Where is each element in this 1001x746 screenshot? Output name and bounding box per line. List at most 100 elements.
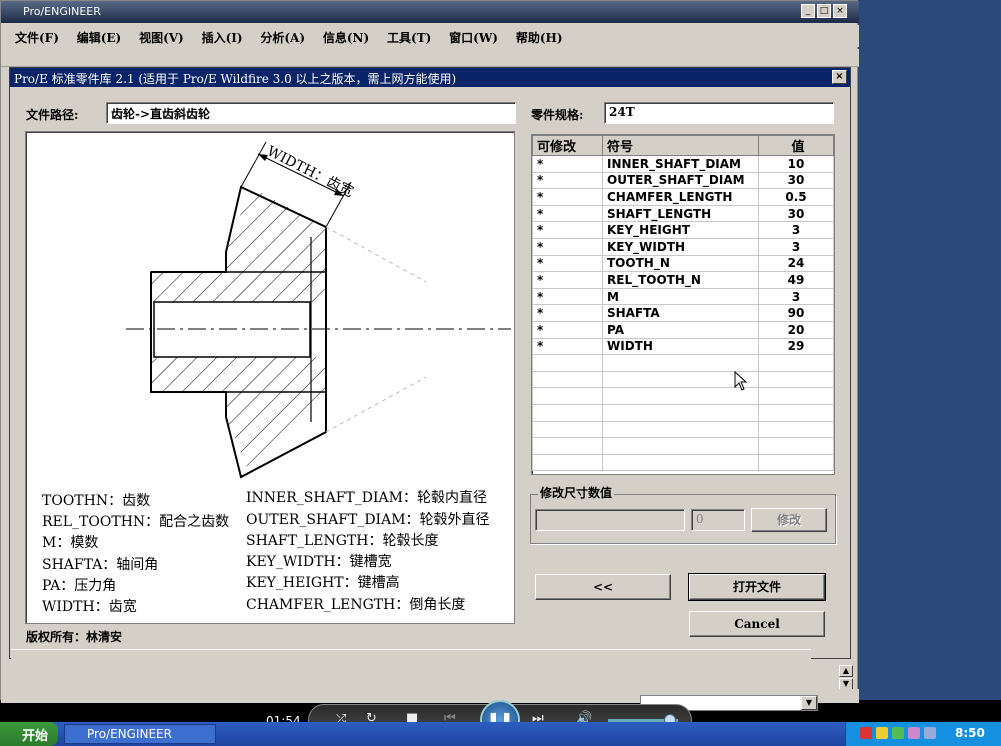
taskbar-clock: 8:50 (955, 726, 985, 740)
table-row[interactable]: * SHAFTA 90 (532, 304, 834, 322)
open-file-button[interactable]: 打开文件 (688, 573, 826, 601)
cell-modifiable: * (532, 188, 603, 206)
modify-symbol-field (535, 509, 685, 531)
table-row[interactable]: * TOOTH_N 24 (532, 254, 834, 273)
mouse-cursor-icon (734, 371, 748, 391)
modify-value-field[interactable]: 0 (691, 509, 745, 531)
maximize-icon[interactable]: □ (817, 4, 831, 18)
proe-title-bar: Pro/ENGINEER _ □ × (1, 1, 859, 23)
cancel-button[interactable]: Cancel (689, 611, 825, 637)
cell-value: 49 (758, 271, 834, 289)
table-row[interactable]: * M 3 (532, 287, 834, 306)
path-label: 文件路径: (26, 108, 79, 122)
menu-insert[interactable]: 插入(I) (202, 29, 243, 46)
cell-symbol: SHAFT_LENGTH (602, 204, 759, 223)
legend-chamfer-length: CHAMFER_LENGTH：倒角长度 (246, 597, 466, 613)
spec-label: 零件规格: (531, 108, 584, 122)
copyright-text: 版权所有：林清安 (26, 630, 123, 644)
tray-display-icon[interactable] (924, 727, 936, 739)
cell-value: 0.5 (758, 188, 834, 206)
taskbar-item-label: Pro/ENGINEER (87, 727, 172, 741)
table-row[interactable]: * SHAFT_LENGTH 30 (532, 204, 834, 223)
legend-shafta: SHAFTA：轴间角 (42, 557, 159, 573)
cell-symbol: M (602, 287, 759, 306)
table-row[interactable]: * INNER_SHAFT_DIAM 10 (532, 155, 834, 173)
width-annotation: WIDTH：齿宽 (264, 142, 356, 200)
legend-outer-shaft-diam: OUTER_SHAFT_DIAM：轮毂外直径 (246, 512, 490, 528)
cell-symbol: INNER_SHAFT_DIAM (602, 155, 759, 173)
cell-modifiable: * (532, 254, 603, 273)
table-row-empty (532, 403, 834, 422)
cell-value: 90 (758, 304, 834, 322)
tray-network-icon[interactable] (892, 727, 904, 739)
tray-app-icon[interactable] (860, 727, 872, 739)
menu-file[interactable]: 文件(F) (15, 29, 59, 46)
path-field[interactable]: 齿轮->直齿斜齿轮 (106, 102, 516, 124)
cell-symbol: KEY_WIDTH (602, 237, 759, 256)
spec-field[interactable]: 24T (604, 102, 834, 124)
cell-modifiable: * (532, 320, 603, 339)
modify-dimension-label: 修改尺寸数值 (538, 484, 615, 501)
cell-modifiable: * (532, 337, 603, 356)
menu-help[interactable]: 帮助(H) (516, 29, 563, 46)
tray-security-icon[interactable] (876, 727, 888, 739)
cell-modifiable: * (532, 171, 603, 190)
cell-value: 10 (758, 155, 834, 173)
tray-misc-icon[interactable] (908, 727, 920, 739)
table-row-empty (532, 437, 834, 455)
cell-value: 20 (758, 320, 834, 339)
table-row[interactable]: * WIDTH 29 (532, 337, 834, 356)
cell-value: 3 (758, 287, 834, 306)
taskbar-item-proe[interactable]: Pro/ENGINEER (64, 724, 216, 744)
legend-toothn: TOOTHN：齿数 (42, 493, 151, 509)
col-header-modifiable[interactable]: 可修改 (532, 135, 603, 156)
legend-rel-toothn: REL_TOOTHN：配合之齿数 (42, 514, 230, 530)
modify-button[interactable]: 修改 (751, 508, 827, 532)
cell-modifiable: * (532, 237, 603, 256)
menu-window[interactable]: 窗口(W) (449, 29, 498, 46)
table-row[interactable]: * REL_TOOTH_N 49 (532, 271, 834, 289)
close-window-icon[interactable]: × (833, 4, 847, 18)
table-row-empty (532, 453, 834, 472)
back-button[interactable]: << (535, 574, 671, 600)
col-header-symbol[interactable]: 符号 (602, 135, 759, 156)
parameter-table: 可修改 符号 值 * INNER_SHAFT_DIAM 10 * OUTER_SHAF… (531, 134, 835, 475)
menu-edit[interactable]: 编辑(E) (77, 29, 122, 46)
legend-pa: PA：压力角 (42, 578, 117, 594)
col-header-value[interactable]: 值 (758, 135, 834, 156)
legend-shaft-length: SHAFT_LENGTH：轮毂长度 (246, 533, 439, 549)
menu-analysis[interactable]: 分析(A) (260, 29, 305, 46)
horizontal-scrollbar[interactable] (11, 649, 811, 663)
cell-symbol: SHAFTA (602, 304, 759, 322)
menu-info[interactable]: 信息(N) (323, 29, 369, 46)
table-row[interactable]: * KEY_HEIGHT 3 (532, 221, 834, 239)
cell-value: 3 (758, 221, 834, 239)
menu-tools[interactable]: 工具(T) (387, 29, 431, 46)
table-row[interactable]: * CHAMFER_LENGTH 0.5 (532, 188, 834, 206)
standard-parts-dialog: Pro/E 标准零件库 2.1 (适用于 Pro/E Wildfire 3.0 … (9, 67, 851, 659)
proe-window-title: Pro/ENGINEER (23, 5, 101, 18)
table-row[interactable]: * PA 20 (532, 320, 834, 339)
minimize-icon[interactable]: _ (801, 4, 815, 18)
toolbar (1, 49, 859, 67)
table-row-empty (532, 387, 834, 405)
cell-modifiable: * (532, 287, 603, 306)
dialog-close-button[interactable]: × (832, 70, 847, 84)
start-label: 开始 (22, 729, 49, 744)
cell-symbol: PA (602, 320, 759, 339)
cell-modifiable: * (532, 221, 603, 239)
table-row-empty (532, 370, 834, 389)
gear-drawing-panel: WIDTH：齿宽 TOOTHN：齿数 REL_TOOTHN：配合之齿数 M：模数… (25, 131, 515, 624)
menu-view[interactable]: 视图(V) (139, 29, 184, 46)
dialog-title: Pro/E 标准零件库 2.1 (适用于 Pro/E Wildfire 3.0 … (10, 68, 850, 87)
cell-modifiable: * (532, 271, 603, 289)
cell-symbol: WIDTH (602, 337, 759, 356)
cell-value: 29 (758, 337, 834, 356)
desktop-background (855, 0, 1001, 700)
table-row-empty (532, 354, 834, 372)
start-button[interactable]: 开始 (0, 722, 58, 746)
chevron-down-icon[interactable]: ▼ (801, 696, 817, 710)
table-row[interactable]: * KEY_WIDTH 3 (532, 237, 834, 256)
scroll-up-icon[interactable]: ▲ (839, 665, 853, 677)
table-row[interactable]: * OUTER_SHAFT_DIAM 30 (532, 171, 834, 190)
